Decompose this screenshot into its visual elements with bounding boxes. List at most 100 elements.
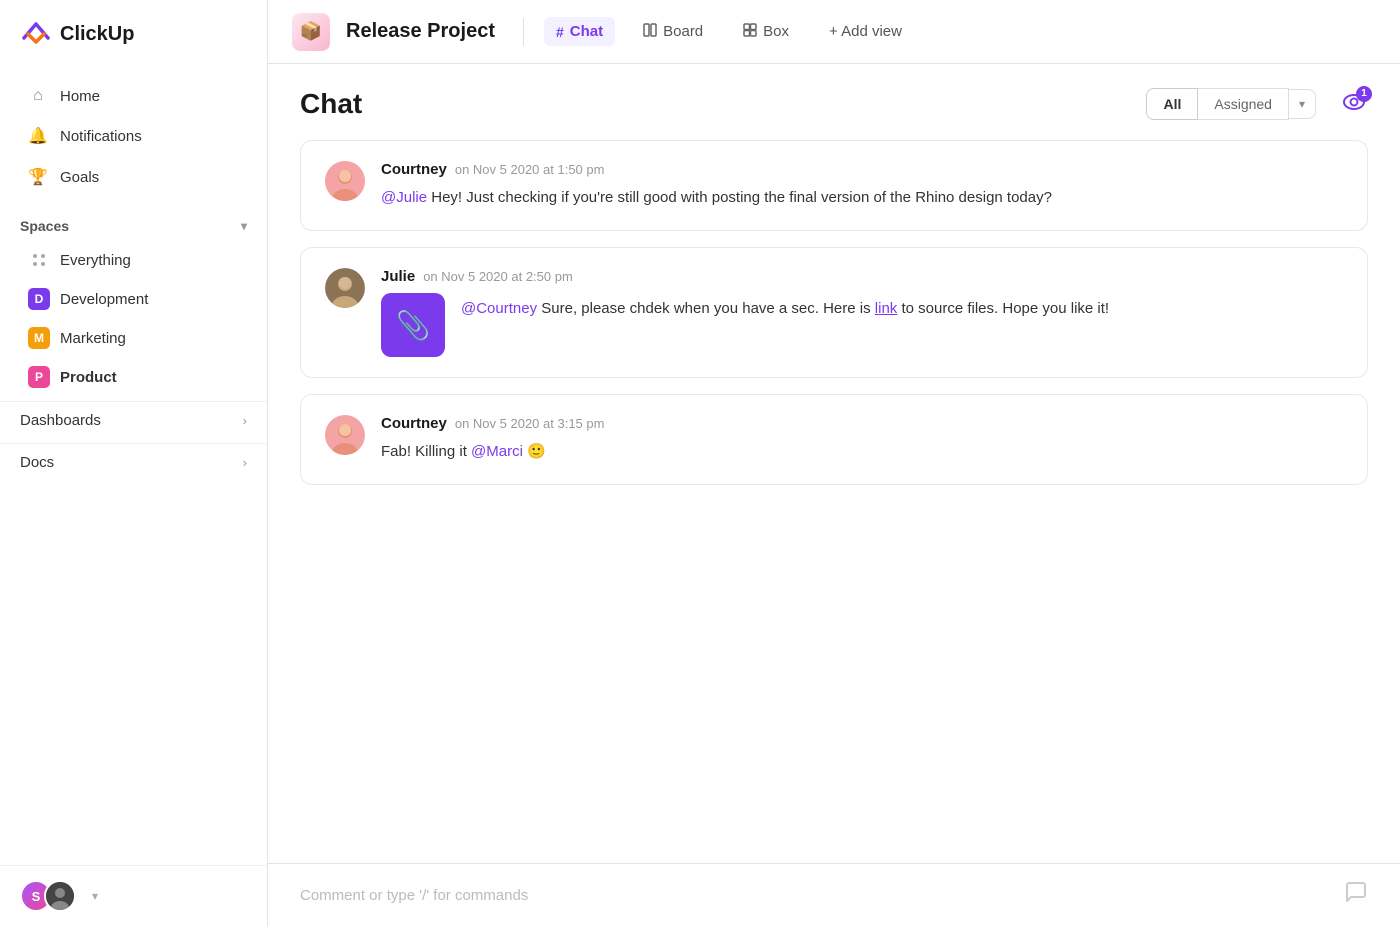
footer-chevron-icon[interactable]: ▾	[92, 889, 98, 903]
message-content-after: to source files. Hope you like it!	[897, 300, 1109, 317]
sidebar-item-product[interactable]: P Product	[8, 358, 259, 396]
chat-content: Chat All Assigned ▾ 1	[268, 64, 1400, 926]
message-card: Courtney on Nov 5 2020 at 3:15 pm Fab! K…	[300, 394, 1368, 485]
comment-bar: Comment or type '/' for commands	[268, 863, 1400, 926]
message-time: on Nov 5 2020 at 1:50 pm	[455, 162, 605, 177]
sidebar-item-notifications-label: Notifications	[60, 128, 142, 145]
sidebar-item-notifications[interactable]: 🔔 Notifications	[8, 116, 259, 156]
sidebar-item-product-label: Product	[60, 369, 117, 386]
tab-divider	[523, 18, 524, 46]
tab-chat-label: Chat	[570, 23, 603, 40]
box-icon	[743, 23, 757, 40]
message-meta: Courtney on Nov 5 2020 at 3:15 pm	[381, 415, 1343, 432]
avatar-stack: S	[20, 880, 76, 912]
message-content-fab: Fab! Killing it	[381, 443, 471, 460]
project-icon: 📦	[292, 13, 330, 51]
sidebar-item-everything[interactable]: Everything	[8, 241, 259, 279]
filter-all-button[interactable]: All	[1146, 88, 1198, 120]
docs-label: Docs	[20, 454, 54, 471]
message-author: Julie	[381, 268, 415, 285]
logo[interactable]: ClickUp	[0, 0, 267, 68]
bell-icon: 🔔	[28, 126, 48, 146]
attachment-text: @Courtney Sure, please chdek when you ha…	[461, 293, 1109, 321]
board-icon	[643, 23, 657, 40]
sidebar-footer: S ▾	[0, 865, 267, 926]
add-view-button[interactable]: + Add view	[817, 17, 914, 46]
message-card: Julie on Nov 5 2020 at 2:50 pm 📎 @Courtn…	[300, 247, 1368, 378]
tab-chat[interactable]: # Chat	[544, 17, 615, 46]
main-content: 📦 Release Project # Chat Board	[268, 0, 1400, 926]
spaces-chevron-icon[interactable]: ▾	[241, 219, 247, 233]
message-body: Courtney on Nov 5 2020 at 3:15 pm Fab! K…	[381, 415, 1343, 464]
hash-icon: #	[556, 24, 564, 40]
sidebar-item-marketing[interactable]: M Marketing	[8, 319, 259, 357]
product-badge: P	[28, 366, 50, 388]
tab-box[interactable]: Box	[731, 17, 801, 46]
spaces-label: Spaces	[20, 218, 69, 234]
add-view-label: + Add view	[829, 23, 902, 40]
sidebar-item-dashboards[interactable]: Dashboards ›	[0, 401, 267, 439]
sidebar-nav: ⌂ Home 🔔 Notifications 🏆 Goals	[0, 68, 267, 206]
spaces-list: Everything D Development M Marketing P P…	[0, 240, 267, 397]
message-meta: Julie on Nov 5 2020 at 2:50 pm	[381, 268, 1343, 285]
sidebar: ClickUp ⌂ Home 🔔 Notifications 🏆 Goals S…	[0, 0, 268, 926]
topbar: 📦 Release Project # Chat Board	[268, 0, 1400, 64]
avatar-julie	[325, 268, 365, 308]
avatar-j	[44, 880, 76, 912]
message-text: Fab! Killing it @Marci 🙂	[381, 440, 1343, 464]
sidebar-item-goals[interactable]: 🏆 Goals	[8, 157, 259, 197]
mention-marci[interactable]: @Marci	[471, 443, 523, 460]
dashboards-label: Dashboards	[20, 412, 101, 429]
message-time: on Nov 5 2020 at 3:15 pm	[455, 416, 605, 431]
message-link[interactable]: link	[875, 300, 898, 317]
attachment-icon: 📎	[381, 293, 445, 357]
sidebar-item-development[interactable]: D Development	[8, 280, 259, 318]
message-content-before: Sure, please chdek when you have a sec. …	[537, 300, 875, 317]
comment-chat-icon	[1344, 880, 1368, 910]
message-body: Julie on Nov 5 2020 at 2:50 pm 📎 @Courtn…	[381, 268, 1343, 357]
logo-text: ClickUp	[60, 23, 134, 46]
filter-chevron-button[interactable]: ▾	[1289, 89, 1316, 119]
avatar-courtney-2	[325, 415, 365, 455]
development-badge: D	[28, 288, 50, 310]
sidebar-item-marketing-label: Marketing	[60, 330, 126, 347]
message-author: Courtney	[381, 415, 447, 432]
spaces-header: Spaces ▾	[0, 206, 267, 240]
clickup-logo-icon	[20, 18, 52, 50]
tab-board-label: Board	[663, 23, 703, 40]
watch-count-badge: 1	[1356, 86, 1372, 102]
project-title: Release Project	[346, 20, 495, 43]
message-time: on Nov 5 2020 at 2:50 pm	[423, 269, 573, 284]
sidebar-item-development-label: Development	[60, 291, 148, 308]
attachment-block: 📎 @Courtney Sure, please chdek when you …	[381, 293, 1343, 357]
tab-board[interactable]: Board	[631, 17, 715, 46]
message-content: Hey! Just checking if you're still good …	[427, 189, 1052, 206]
filter-assigned-button[interactable]: Assigned	[1198, 88, 1289, 120]
message-emoji: 🙂	[527, 443, 546, 460]
docs-chevron-icon: ›	[243, 455, 247, 470]
sidebar-item-everything-label: Everything	[60, 252, 131, 269]
chat-title: Chat	[300, 88, 362, 120]
watch-button[interactable]: 1	[1340, 90, 1368, 119]
dashboards-chevron-icon: ›	[243, 413, 247, 428]
sidebar-item-docs[interactable]: Docs ›	[0, 443, 267, 481]
chat-header: Chat All Assigned ▾ 1	[300, 88, 1368, 120]
sidebar-item-home-label: Home	[60, 88, 100, 105]
mention-julie[interactable]: @Julie	[381, 189, 427, 206]
comment-placeholder[interactable]: Comment or type '/' for commands	[300, 887, 528, 904]
messages-list: Courtney on Nov 5 2020 at 1:50 pm @Julie…	[300, 140, 1368, 863]
tab-box-label: Box	[763, 23, 789, 40]
message-meta: Courtney on Nov 5 2020 at 1:50 pm	[381, 161, 1343, 178]
mention-courtney[interactable]: @Courtney	[461, 300, 537, 317]
marketing-badge: M	[28, 327, 50, 349]
sidebar-item-goals-label: Goals	[60, 169, 99, 186]
message-author: Courtney	[381, 161, 447, 178]
sidebar-item-home[interactable]: ⌂ Home	[8, 77, 259, 115]
trophy-icon: 🏆	[28, 167, 48, 187]
home-icon: ⌂	[28, 87, 48, 105]
filter-group: All Assigned ▾	[1146, 88, 1316, 120]
avatar-courtney	[325, 161, 365, 201]
message-body: Courtney on Nov 5 2020 at 1:50 pm @Julie…	[381, 161, 1343, 210]
everything-icon	[28, 249, 50, 271]
message-card: Courtney on Nov 5 2020 at 1:50 pm @Julie…	[300, 140, 1368, 231]
